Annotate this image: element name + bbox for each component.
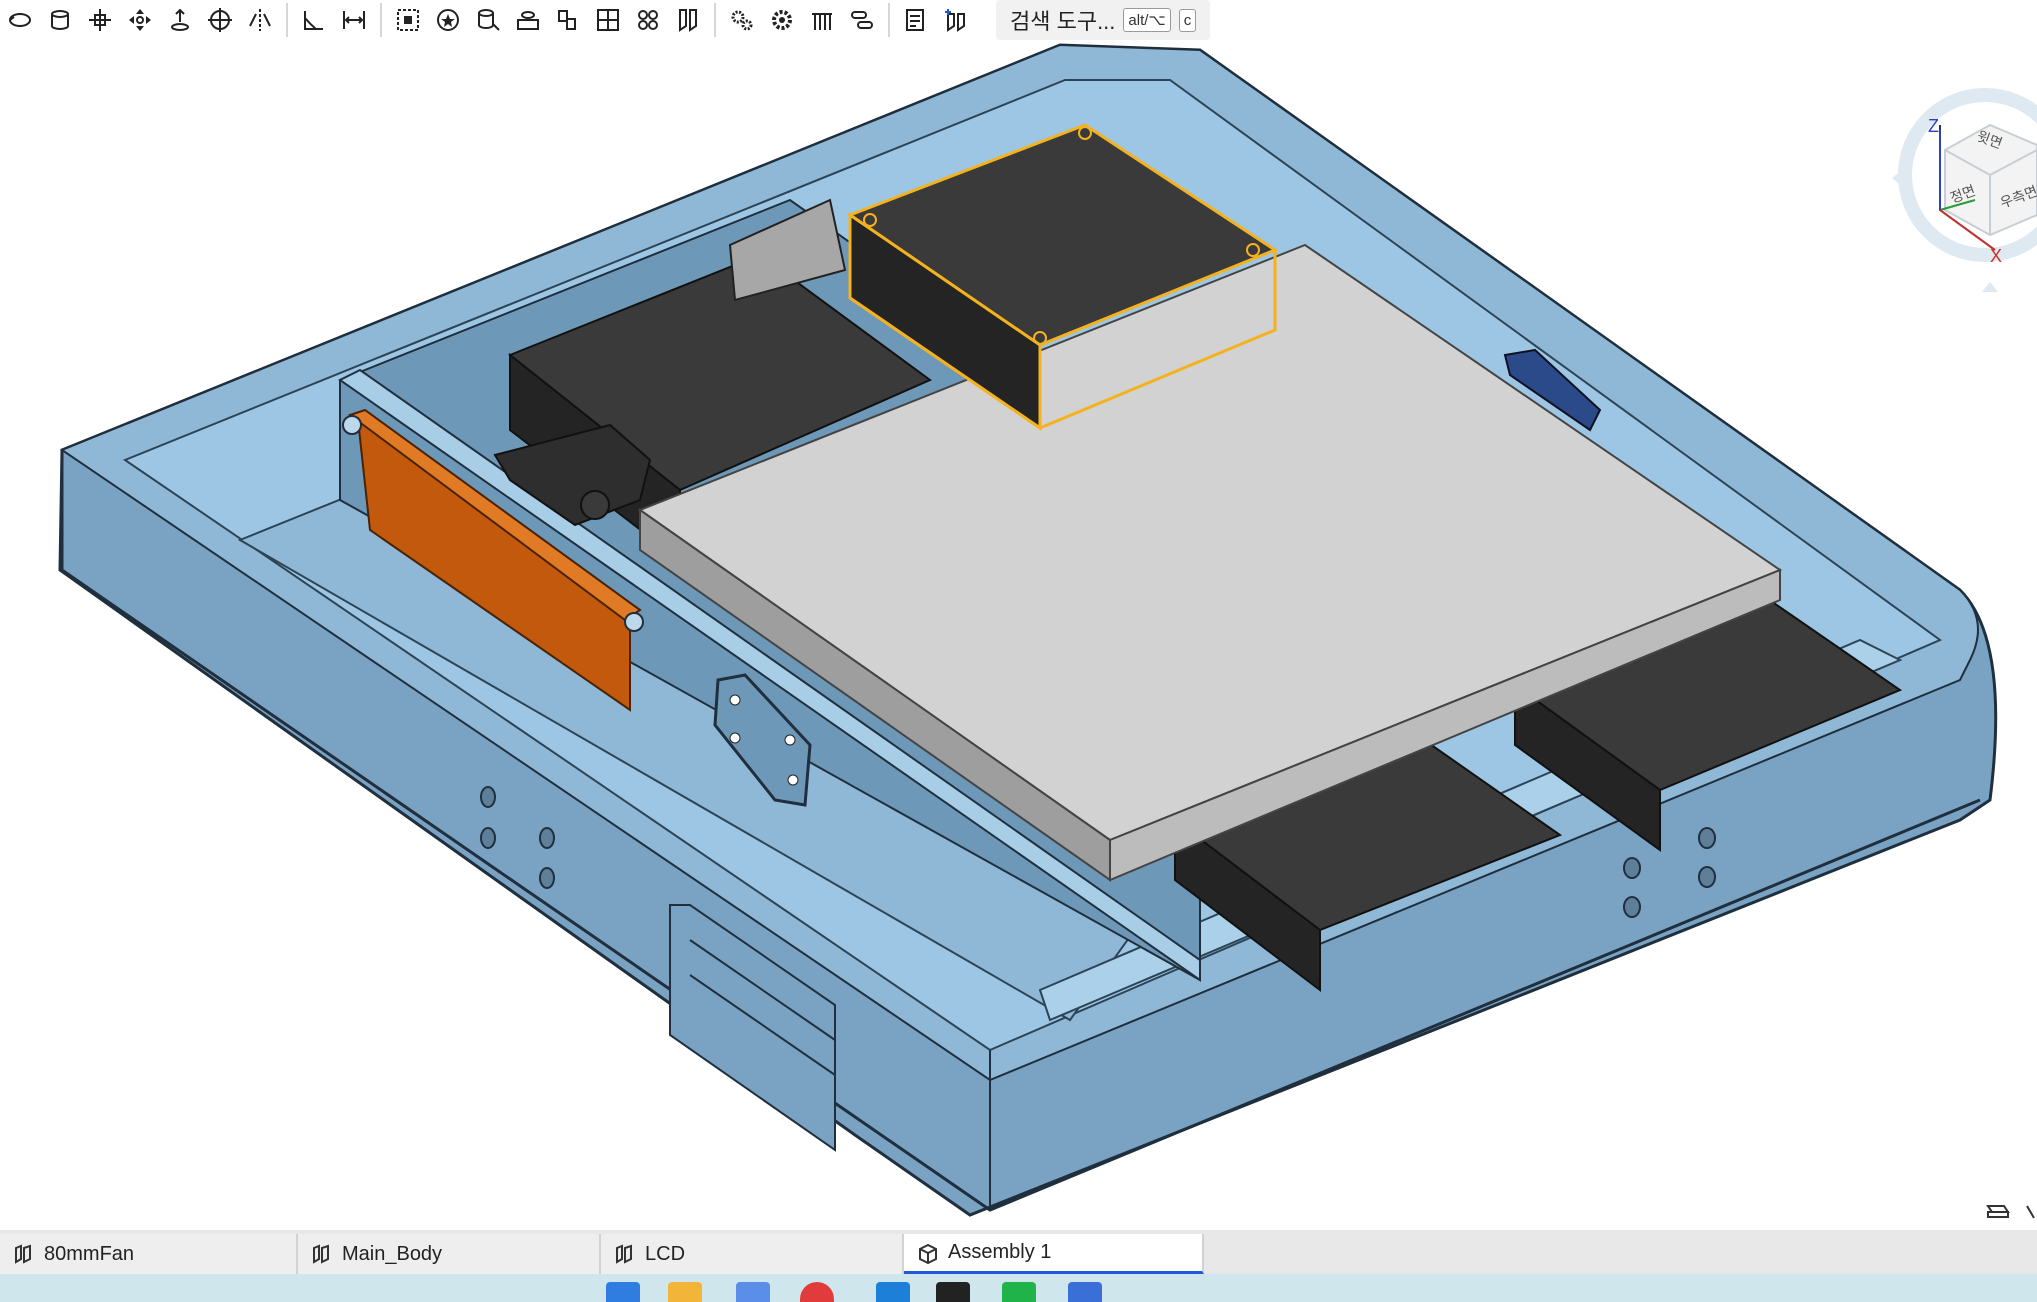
- tool-orbit-icon[interactable]: [120, 2, 160, 38]
- calendar-icon[interactable]: [1068, 1282, 1102, 1302]
- document-tab-bar: 80mmFan Main_Body LCD Assembly 1: [0, 1230, 2037, 1274]
- tool-gear-icon[interactable]: [762, 2, 802, 38]
- axis-z-label: Z: [1928, 116, 1939, 136]
- toolbar-separator: [380, 3, 382, 37]
- tool-crosshair-icon[interactable]: [200, 2, 240, 38]
- tool-replicate-icon[interactable]: [668, 2, 708, 38]
- tool-config-icon[interactable]: [842, 2, 882, 38]
- tool-distance-icon[interactable]: [334, 2, 374, 38]
- tool-cylinder-icon[interactable]: [40, 2, 80, 38]
- tool-rotate-icon[interactable]: [0, 2, 40, 38]
- shortcut-key: c: [1178, 8, 1197, 32]
- part-studio-icon: [616, 1244, 632, 1264]
- shortcut-modifier-key: alt/⌥: [1123, 8, 1171, 32]
- part-studio-icon: [313, 1244, 329, 1264]
- view-cube[interactable]: Z X 윗면 정면 우측면: [1892, 88, 2037, 292]
- tab-label: Assembly 1: [948, 1241, 1052, 1263]
- app-icon[interactable]: [736, 1282, 770, 1302]
- toolbar-separator: [286, 3, 288, 37]
- tab-assembly-1[interactable]: Assembly 1: [904, 1234, 1204, 1274]
- tool-bom-icon[interactable]: [896, 2, 936, 38]
- part-studio-icon: [15, 1244, 31, 1264]
- search-tools-button[interactable]: 검색 도구... alt/⌥ c: [996, 0, 1211, 40]
- windows-start-icon[interactable]: [606, 1282, 640, 1302]
- browser-icon[interactable]: [800, 1282, 834, 1302]
- tool-gears-icon[interactable]: [722, 2, 762, 38]
- messenger-icon[interactable]: [1002, 1282, 1036, 1302]
- tool-fillet-icon[interactable]: [294, 2, 334, 38]
- tool-mirror-icon[interactable]: [240, 2, 280, 38]
- tab-main-body[interactable]: Main_Body: [298, 1234, 601, 1274]
- tool-move-icon[interactable]: [80, 2, 120, 38]
- terminal-icon[interactable]: [936, 1282, 970, 1302]
- tab-lcd[interactable]: LCD: [601, 1234, 904, 1274]
- tab-label: Main_Body: [342, 1242, 443, 1265]
- axis-x-label: X: [1990, 246, 2002, 266]
- tool-stack-icon[interactable]: [508, 2, 548, 38]
- tab-80mmfan[interactable]: 80mmFan: [0, 1234, 298, 1274]
- assembly-icon: [919, 1243, 937, 1264]
- search-tools-label: 검색 도구...: [1010, 9, 1116, 34]
- tool-lift-icon[interactable]: [160, 2, 200, 38]
- tab-label: 80mmFan: [44, 1242, 135, 1265]
- tool-insert-part-icon[interactable]: [936, 2, 976, 38]
- tool-select-box-icon[interactable]: [388, 2, 428, 38]
- tool-star-icon[interactable]: [428, 2, 468, 38]
- tool-mate-icon[interactable]: [548, 2, 588, 38]
- tool-comb-icon[interactable]: [802, 2, 842, 38]
- graphics-viewport[interactable]: Z X 윗면 정면 우측면: [0, 40, 2037, 1230]
- display-mode-icon[interactable]: [1984, 1200, 2012, 1222]
- tool-grid-icon[interactable]: [588, 2, 628, 38]
- toolbar-separator: [714, 3, 716, 37]
- file-explorer-icon[interactable]: [668, 1282, 702, 1302]
- tool-pattern-icon[interactable]: [628, 2, 668, 38]
- toolbar: 검색 도구... alt/⌥ c: [0, 0, 1440, 40]
- tab-label: LCD: [645, 1242, 686, 1265]
- display-option-icon[interactable]: [2024, 1200, 2037, 1222]
- tool-database-icon[interactable]: [468, 2, 508, 38]
- os-taskbar: [0, 1274, 2037, 1302]
- editor-icon[interactable]: [876, 1282, 910, 1302]
- toolbar-separator: [888, 3, 890, 37]
